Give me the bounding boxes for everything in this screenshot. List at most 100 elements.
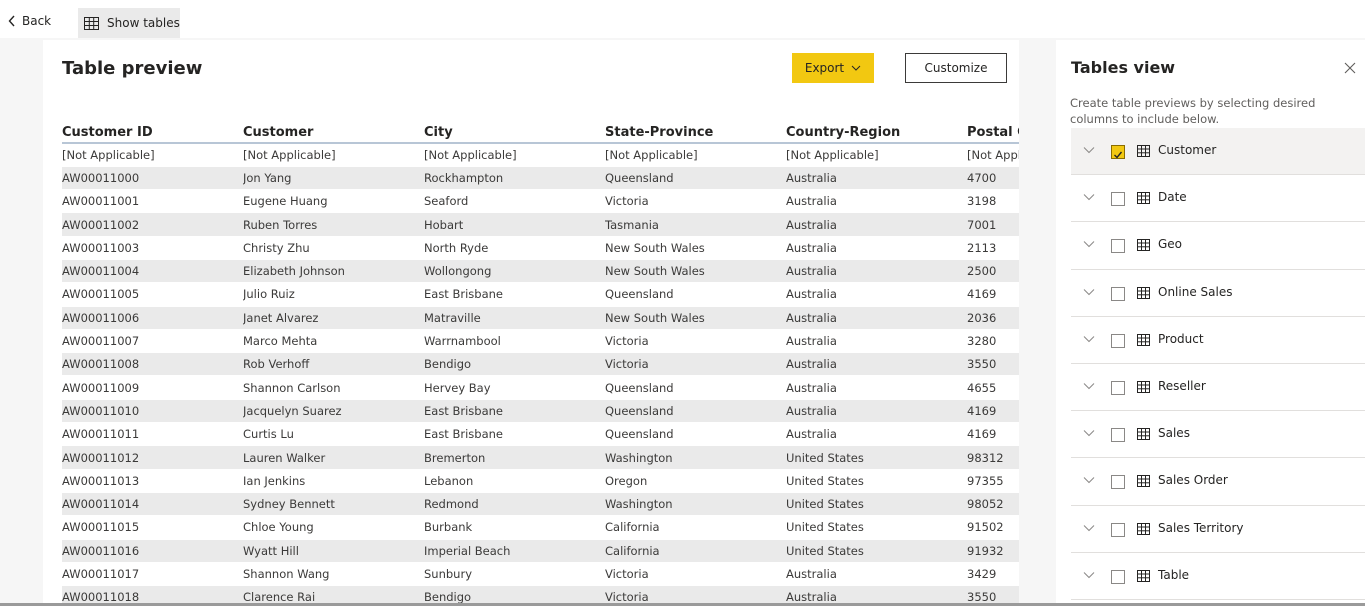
chevron-down-icon[interactable] bbox=[1083, 476, 1095, 484]
table-list-item[interactable]: Date bbox=[1071, 175, 1365, 223]
column-header[interactable]: Country-Region bbox=[786, 119, 967, 144]
table-cell: New South Wales bbox=[605, 236, 786, 260]
table-list-item[interactable]: Table bbox=[1071, 553, 1365, 600]
data-table-container[interactable]: Customer ID Customer City State-Province… bbox=[62, 119, 1019, 606]
table-cell: Queensland bbox=[605, 282, 786, 307]
table-list-item[interactable]: Sales Order bbox=[1071, 458, 1365, 506]
table-list-item[interactable]: Geo bbox=[1071, 222, 1365, 270]
table-name: Reseller bbox=[1158, 378, 1206, 393]
table-cell: AW00011002 bbox=[62, 212, 243, 237]
table-icon bbox=[1137, 145, 1150, 157]
table-cell: Australia bbox=[786, 562, 967, 587]
table-name: Sales bbox=[1158, 426, 1190, 441]
table-cell: AW00011008 bbox=[62, 352, 243, 377]
table-row: AW00011017 Shannon Wang Sunbury Victoria Aus… bbox=[62, 562, 1019, 587]
chevron-down-icon[interactable] bbox=[1083, 571, 1095, 579]
table-cell: Oregon bbox=[605, 469, 786, 493]
table-checkbox[interactable] bbox=[1111, 192, 1125, 207]
table-cell: Tasmania bbox=[605, 212, 786, 237]
table-cell: Queensland bbox=[605, 422, 786, 447]
table-cell: AW00011010 bbox=[62, 399, 243, 424]
table-cell: [Not Applicable] bbox=[605, 143, 786, 167]
chevron-down-icon[interactable] bbox=[1083, 193, 1095, 201]
table-name: Customer bbox=[1158, 143, 1217, 157]
chevron-down-icon[interactable] bbox=[1083, 240, 1095, 248]
table-cell: New South Wales bbox=[605, 306, 786, 330]
table-icon bbox=[1137, 522, 1150, 535]
table-cell: Australia bbox=[786, 282, 967, 307]
table-row: AW00011010 Jacquelyn Suarez East Brisbane Q… bbox=[62, 399, 1019, 424]
table-cell: Janet Alvarez bbox=[243, 306, 424, 330]
column-header[interactable]: Customer bbox=[243, 119, 424, 144]
table-checkbox[interactable] bbox=[1111, 522, 1125, 537]
table-cell: [Not Applicable] bbox=[424, 143, 605, 167]
panel-description: Create table previews by selecting desir… bbox=[1070, 96, 1316, 126]
chevron-down-icon[interactable] bbox=[1083, 335, 1095, 343]
table-list-item[interactable]: Sales bbox=[1071, 411, 1365, 459]
table-checkbox[interactable] bbox=[1111, 286, 1125, 301]
table-list-item[interactable]: Online Sales bbox=[1071, 270, 1365, 317]
chevron-down-icon[interactable] bbox=[1083, 429, 1095, 437]
table-cell: Chloe Young bbox=[243, 515, 424, 540]
chevron-down-icon[interactable] bbox=[1083, 524, 1095, 532]
back-button[interactable]: Back bbox=[8, 12, 51, 30]
table-icon bbox=[1137, 239, 1150, 252]
column-header[interactable]: Customer ID bbox=[62, 119, 243, 144]
chevron-down-icon[interactable] bbox=[1083, 146, 1095, 154]
page-title: Table preview bbox=[62, 58, 203, 79]
table-checkbox[interactable] bbox=[1111, 475, 1125, 490]
panel-title: Tables view bbox=[1071, 58, 1176, 77]
table-icon bbox=[84, 16, 99, 30]
export-button[interactable]: Export bbox=[792, 53, 874, 83]
table-icon bbox=[1137, 286, 1150, 299]
table-cell: AW00011003 bbox=[62, 236, 243, 260]
chevron-down-icon bbox=[851, 65, 861, 71]
close-icon[interactable] bbox=[1344, 62, 1356, 74]
table-cell: [Not Applicable] bbox=[786, 143, 967, 167]
table-icon bbox=[1137, 569, 1150, 582]
table-name: Online Sales bbox=[1158, 284, 1233, 299]
table-name: Sales Order bbox=[1158, 473, 1228, 488]
tables-list: Customer Date Geo Online Sales Product Resell… bbox=[1071, 128, 1365, 600]
chevron-down-icon[interactable] bbox=[1083, 382, 1095, 390]
show-tables-label: Show tables bbox=[107, 16, 180, 30]
table-checkbox[interactable] bbox=[1111, 569, 1125, 584]
table-cell: Australia bbox=[786, 422, 967, 447]
chevron-down-icon[interactable] bbox=[1083, 288, 1095, 296]
table-cell: Ruben Torres bbox=[243, 212, 424, 237]
table-checkbox[interactable] bbox=[1111, 145, 1125, 159]
top-bar: Back Show tables bbox=[0, 0, 1365, 38]
customize-button[interactable]: Customize bbox=[905, 53, 1007, 83]
column-header[interactable]: Postal Co bbox=[967, 119, 1019, 144]
table-cell: AW00011000 bbox=[62, 166, 243, 191]
table-cell: 91502 bbox=[967, 515, 1019, 540]
table-checkbox[interactable] bbox=[1111, 380, 1125, 395]
table-cell: California bbox=[605, 539, 786, 563]
show-tables-button[interactable]: Show tables bbox=[78, 8, 180, 38]
table-cell: AW00011009 bbox=[62, 375, 243, 400]
table-list-item[interactable]: Sales Territory bbox=[1071, 506, 1365, 553]
table-list-item[interactable]: Reseller bbox=[1071, 364, 1365, 412]
table-cell: Australia bbox=[786, 306, 967, 330]
table-checkbox[interactable] bbox=[1111, 333, 1125, 348]
table-row: AW00011004 Elizabeth Johnson Wollongong New… bbox=[62, 259, 1019, 284]
table-cell: Washington bbox=[605, 492, 786, 517]
table-checkbox[interactable] bbox=[1111, 239, 1125, 254]
table-list-item[interactable]: Product bbox=[1071, 317, 1365, 364]
table-header-row: Customer ID Customer City State-Province… bbox=[62, 119, 1019, 144]
table-cell: United States bbox=[786, 539, 967, 563]
table-cell: 2036 bbox=[967, 306, 1019, 330]
table-cell: Curtis Lu bbox=[243, 422, 424, 447]
table-cell: East Brisbane bbox=[424, 399, 605, 424]
table-cell: AW00011012 bbox=[62, 445, 243, 470]
column-header[interactable]: State-Province bbox=[605, 119, 786, 144]
table-checkbox[interactable] bbox=[1111, 428, 1125, 443]
table-cell: Victoria bbox=[605, 562, 786, 587]
table-cell: 3198 bbox=[967, 189, 1019, 214]
table-cell: 98052 bbox=[967, 492, 1019, 517]
column-header[interactable]: City bbox=[424, 119, 605, 144]
table-list-item[interactable]: Customer bbox=[1071, 128, 1365, 176]
table-cell: Washington bbox=[605, 445, 786, 470]
table-name: Product bbox=[1158, 331, 1204, 346]
table-cell: 3550 bbox=[967, 352, 1019, 377]
